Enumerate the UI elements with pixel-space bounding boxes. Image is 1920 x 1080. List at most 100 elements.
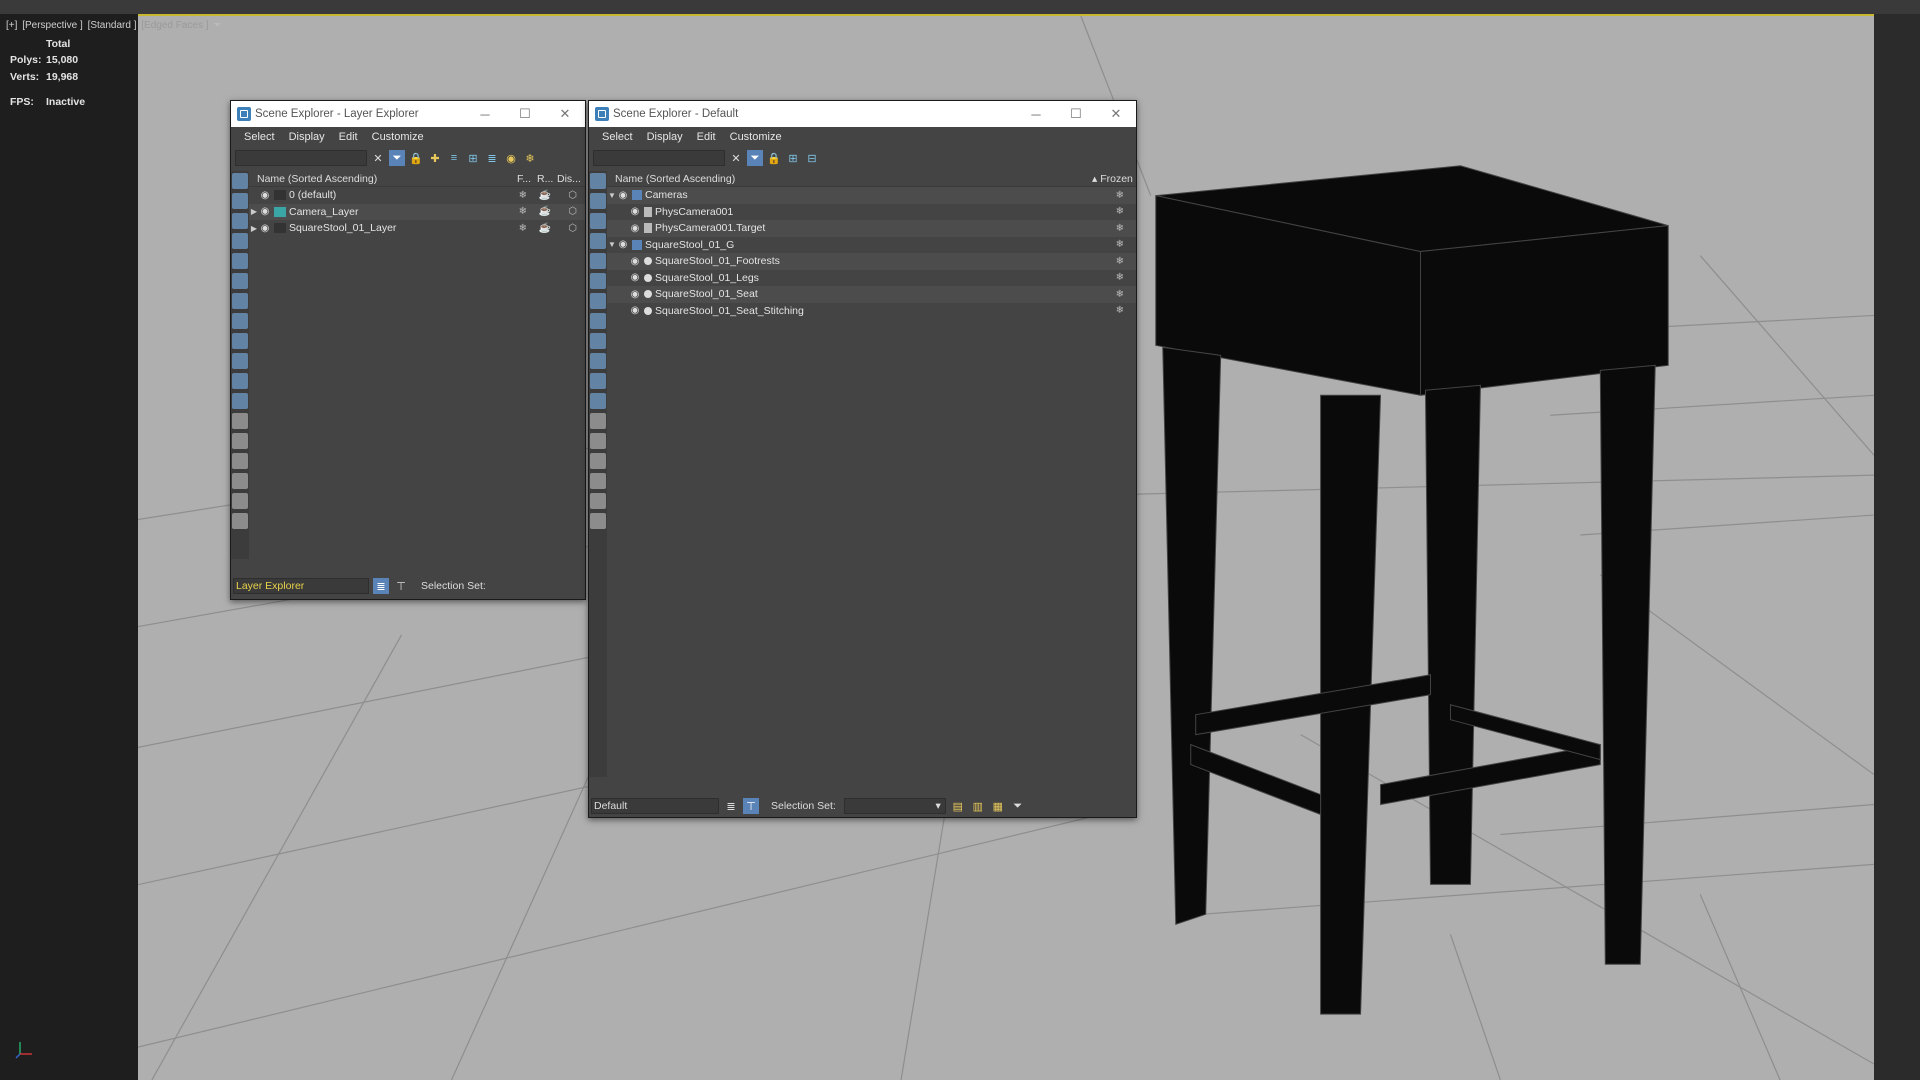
lock-icon[interactable]: 🔒 (408, 150, 424, 166)
viewport-display-menu[interactable]: [Edged Faces ] (141, 20, 208, 31)
hide-layer-icon[interactable]: ◉ (503, 150, 519, 166)
remove-from-selection-set-icon[interactable]: ▦ (990, 798, 1006, 814)
eye-icon[interactable]: ◉ (259, 223, 271, 234)
eye-icon[interactable]: ◉ (629, 305, 641, 316)
freeze-layer-icon[interactable]: ❄ (522, 150, 538, 166)
menu-display[interactable]: Display (282, 131, 332, 143)
viewport-label-menu[interactable]: [+] [Perspective ] [Standard ] [Edged Fa… (6, 20, 223, 31)
collapse-icon[interactable]: ▼ (607, 191, 617, 200)
tree-row-seat[interactable]: ◉ SquareStool_01_Seat ❄ (607, 286, 1136, 303)
viewport-pov-menu[interactable]: [Perspective ] (22, 20, 83, 31)
eye-icon[interactable]: ◉ (617, 190, 629, 201)
display-icon[interactable]: ⬡ (568, 190, 577, 201)
eye-icon[interactable]: ◉ (629, 206, 641, 217)
freeze-icon[interactable]: ❄ (1116, 289, 1124, 300)
tree-row-footrests[interactable]: ◉ SquareStool_01_Footrests ❄ (607, 253, 1136, 270)
sidebar-spacewarp-icon[interactable] (590, 273, 606, 289)
new-layer-icon[interactable]: ✚ (427, 150, 443, 166)
sidebar-xref-icon[interactable] (232, 313, 248, 329)
tree-row-legs[interactable]: ◉ SquareStool_01_Legs ❄ (607, 270, 1136, 287)
freeze-icon[interactable]: ❄ (1116, 206, 1124, 217)
freeze-icon[interactable]: ❄ (1116, 305, 1124, 316)
header-frozen[interactable]: F... (517, 173, 537, 185)
maximize-button[interactable]: ☐ (1056, 106, 1096, 122)
sidebar-bone-icon[interactable] (590, 333, 606, 349)
freeze-icon[interactable]: ❄ (1116, 190, 1124, 201)
sidebar-filter-icon[interactable] (590, 473, 606, 489)
explorer-mode-dropdown[interactable]: Default (591, 798, 719, 814)
layer-row-default[interactable]: ◉ 0 (default) ❄ ☕ ⬡ (249, 187, 585, 204)
layer-explorer-titlebar[interactable]: Scene Explorer - Layer Explorer ─ ☐ ✕ (231, 101, 585, 127)
viewport-plus-menu[interactable]: [+] (6, 20, 17, 31)
eye-icon[interactable]: ◉ (629, 256, 641, 267)
eye-icon[interactable]: ◉ (259, 206, 271, 217)
header-render[interactable]: R... (537, 173, 557, 185)
sidebar-geometry-icon[interactable] (590, 173, 606, 189)
tree-row-physcamera[interactable]: ◉ PhysCamera001 ❄ (607, 204, 1136, 221)
sidebar-container-icon[interactable] (590, 353, 606, 369)
expand-icon[interactable]: ▶ (249, 224, 259, 233)
add-to-layer-icon[interactable]: ≡ (446, 150, 462, 166)
add-to-selection-set-icon[interactable]: ▥ (970, 798, 986, 814)
selection-set-dropdown[interactable]: ▾ (843, 798, 946, 814)
sidebar-display-all-icon[interactable] (590, 413, 606, 429)
sidebar-light-icon[interactable] (590, 213, 606, 229)
freeze-icon[interactable]: ❄ (1116, 239, 1124, 250)
display-icon[interactable]: ⬡ (568, 206, 577, 217)
lock-icon[interactable]: 🔒 (766, 150, 782, 166)
menu-customize[interactable]: Customize (723, 131, 789, 143)
selection-filter-icon[interactable]: ⏷ (1010, 798, 1026, 814)
minimize-button[interactable]: ─ (1016, 107, 1056, 122)
filter-icon[interactable]: ⏷ (213, 20, 221, 31)
eye-icon[interactable]: ◉ (259, 190, 271, 201)
sort-by-layer-icon[interactable]: ≣ (373, 578, 389, 594)
freeze-icon[interactable]: ❄ (519, 206, 527, 217)
sidebar-display-none-icon[interactable] (590, 433, 606, 449)
sort-by-hierarchy-icon[interactable]: ⊤ (743, 798, 759, 814)
maximize-button[interactable]: ☐ (505, 106, 545, 122)
close-button[interactable]: ✕ (545, 106, 585, 122)
freeze-icon[interactable]: ❄ (1116, 223, 1124, 234)
sidebar-folder-icon[interactable] (590, 513, 606, 529)
menu-edit[interactable]: Edit (690, 131, 723, 143)
render-icon[interactable]: ☕ (539, 206, 551, 217)
menu-display[interactable]: Display (640, 131, 690, 143)
tree-row-physcamera-target[interactable]: ◉ PhysCamera001.Target ❄ (607, 220, 1136, 237)
sidebar-filter2-icon[interactable] (590, 493, 606, 509)
freeze-icon[interactable]: ❄ (1116, 256, 1124, 267)
list-header[interactable]: Name (Sorted Ascending) ▴ Frozen (607, 171, 1136, 187)
sidebar-xref-icon[interactable] (590, 313, 606, 329)
sidebar-invert-icon[interactable] (232, 453, 248, 469)
minimize-button[interactable]: ─ (465, 107, 505, 122)
display-icon[interactable]: ⬡ (568, 223, 577, 234)
clear-search-icon[interactable]: ✕ (370, 150, 386, 166)
sidebar-shape-icon[interactable] (590, 193, 606, 209)
expand-icon[interactable]: ▶ (249, 207, 259, 216)
list-header[interactable]: Name (Sorted Ascending) F... R... Dis... (249, 171, 585, 187)
sidebar-container-icon[interactable] (232, 353, 248, 369)
clear-search-icon[interactable]: ✕ (728, 150, 744, 166)
sidebar-camera-icon[interactable] (232, 233, 248, 249)
eye-icon[interactable]: ◉ (629, 272, 641, 283)
link-icon[interactable]: ⊟ (804, 150, 820, 166)
sidebar-group-icon[interactable] (232, 293, 248, 309)
sidebar-spacewarp-icon[interactable] (232, 273, 248, 289)
menu-edit[interactable]: Edit (332, 131, 365, 143)
menu-select[interactable]: Select (237, 131, 282, 143)
eye-icon[interactable]: ◉ (629, 223, 641, 234)
sidebar-shape-icon[interactable] (232, 193, 248, 209)
select-layer-icon[interactable]: ⊞ (465, 150, 481, 166)
freeze-icon[interactable]: ❄ (519, 190, 527, 201)
sort-by-layer-icon[interactable]: ≣ (723, 798, 739, 814)
sidebar-camera-icon[interactable] (590, 233, 606, 249)
freeze-icon[interactable]: ❄ (519, 223, 527, 234)
sidebar-filter-icon[interactable] (232, 473, 248, 489)
menu-select[interactable]: Select (595, 131, 640, 143)
render-icon[interactable]: ☕ (539, 190, 551, 201)
sidebar-filter2-icon[interactable] (232, 493, 248, 509)
filter-toggle-icon[interactable]: ⏷ (389, 150, 405, 166)
sidebar-display-all-icon[interactable] (232, 413, 248, 429)
tree-row-seat-stitching[interactable]: ◉ SquareStool_01_Seat_Stitching ❄ (607, 303, 1136, 320)
sidebar-particle-icon[interactable] (590, 373, 606, 389)
sidebar-folder-icon[interactable] (232, 513, 248, 529)
